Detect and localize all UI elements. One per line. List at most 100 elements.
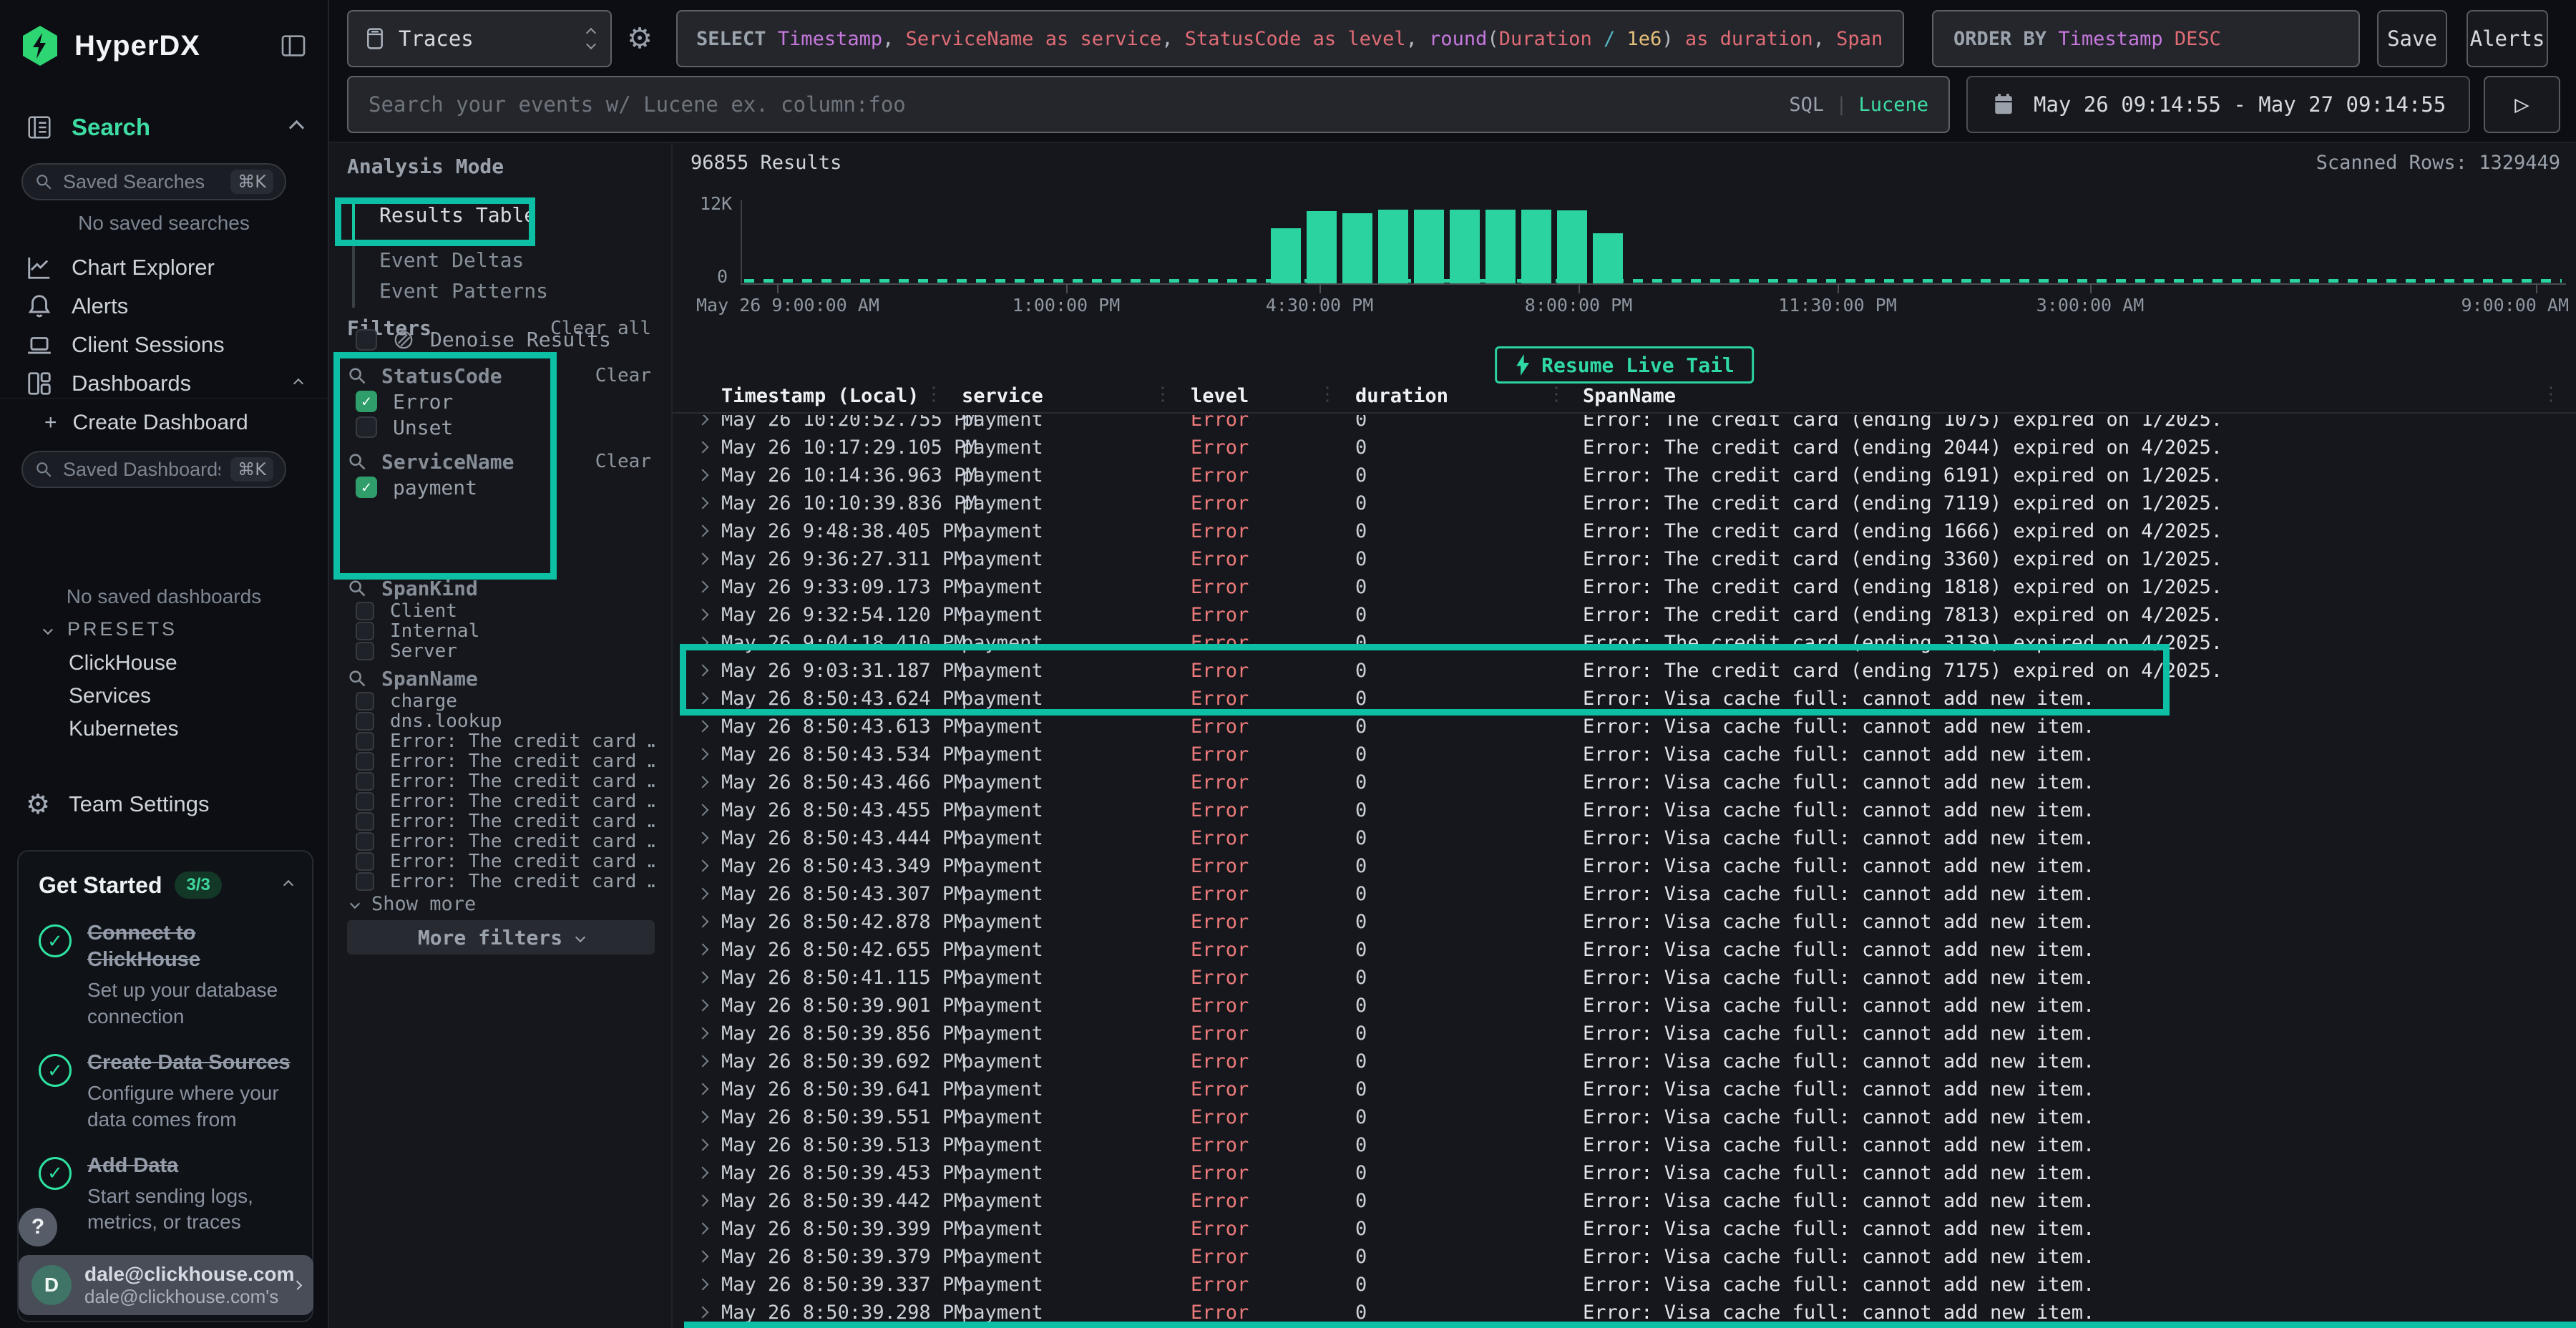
table-row[interactable]: May 26 8:50:43.624 PM payment Error 0 Er… xyxy=(673,685,2576,713)
filter-group-clear-button[interactable]: Clear xyxy=(595,451,651,472)
col-spanname[interactable]: SpanName xyxy=(1583,385,1676,407)
filter-checkbox[interactable] xyxy=(356,772,374,791)
row-expand-chevron-icon[interactable] xyxy=(697,1251,709,1263)
table-row[interactable]: May 26 8:50:43.349 PM payment Error 0 Er… xyxy=(673,852,2576,880)
table-row[interactable]: May 26 9:36:27.311 PM payment Error 0 Er… xyxy=(673,545,2576,573)
filter-checkbox[interactable] xyxy=(356,602,374,620)
col-resize-handle-icon[interactable]: ⋮ xyxy=(924,384,943,405)
filter-checkbox[interactable]: ✓ xyxy=(356,391,377,412)
table-row[interactable]: May 26 8:50:42.655 PM payment Error 0 Er… xyxy=(673,936,2576,964)
run-query-button[interactable]: ▷ xyxy=(2484,76,2560,133)
row-expand-chevron-icon[interactable] xyxy=(697,609,709,621)
resume-live-tail-button[interactable]: Resume Live Tail xyxy=(1495,346,1754,384)
table-row[interactable]: May 26 9:03:31.187 PM payment Error 0 Er… xyxy=(673,657,2576,685)
col-resize-handle-icon[interactable]: ⋮ xyxy=(1547,384,1566,405)
filter-option[interactable]: Error: The credit card … xyxy=(347,791,655,811)
row-expand-chevron-icon[interactable] xyxy=(697,637,709,649)
col-resize-handle-icon[interactable]: ⋮ xyxy=(1153,384,1172,405)
table-row[interactable]: May 26 8:50:39.379 PM payment Error 0 Er… xyxy=(673,1243,2576,1271)
table-row[interactable]: May 26 8:50:39.551 PM payment Error 0 Er… xyxy=(673,1103,2576,1131)
filter-option[interactable]: Error: The credit card … xyxy=(347,751,655,771)
chevron-up-icon[interactable] xyxy=(289,119,304,135)
more-filters-button[interactable]: More filters xyxy=(347,920,655,954)
row-expand-chevron-icon[interactable] xyxy=(697,972,709,984)
table-row[interactable]: May 26 10:14:36.963 PM payment Error 0 E… xyxy=(673,462,2576,489)
histogram-bar[interactable] xyxy=(1450,210,1480,283)
filter-option[interactable]: ✓ payment xyxy=(347,474,655,500)
date-range-picker[interactable]: May 26 09:14:55 - May 27 09:14:55 xyxy=(1966,76,2470,133)
order-by-editor[interactable]: ORDER BY Timestamp DESC xyxy=(1932,10,2360,67)
table-row[interactable]: May 26 8:50:43.444 PM payment Error 0 Er… xyxy=(673,824,2576,852)
table-row[interactable]: May 26 8:50:42.878 PM payment Error 0 Er… xyxy=(673,908,2576,936)
col-timestamp[interactable]: Timestamp (Local) xyxy=(721,385,919,407)
histogram-bar[interactable] xyxy=(1342,213,1372,283)
filter-option[interactable]: Error: The credit card … xyxy=(347,851,655,872)
language-toggle-lucene[interactable]: Lucene xyxy=(1858,94,1928,116)
histogram-bar[interactable] xyxy=(1593,233,1623,283)
get-started-item[interactable]: ✓ Add Data Start sending logs, metrics, … xyxy=(39,1153,292,1236)
row-expand-chevron-icon[interactable] xyxy=(697,860,709,872)
row-expand-chevron-icon[interactable] xyxy=(697,665,709,677)
search-icon[interactable] xyxy=(347,366,367,386)
filter-option[interactable]: Server xyxy=(347,641,655,661)
filter-checkbox[interactable] xyxy=(356,752,374,771)
row-expand-chevron-icon[interactable] xyxy=(697,1083,709,1095)
histogram-bar[interactable] xyxy=(1307,211,1337,283)
get-started-item[interactable]: ✓ Connect to ClickHouse Set up your data… xyxy=(39,920,292,1030)
filter-option[interactable]: ✓ Error xyxy=(347,389,655,414)
row-expand-chevron-icon[interactable] xyxy=(697,832,709,844)
table-row[interactable]: May 26 10:17:29.105 PM payment Error 0 E… xyxy=(673,434,2576,462)
language-toggle-sql[interactable]: SQL xyxy=(1789,94,1824,116)
search-icon[interactable] xyxy=(347,668,367,688)
table-row[interactable]: May 26 8:50:39.399 PM payment Error 0 Er… xyxy=(673,1215,2576,1243)
table-row[interactable]: May 26 8:50:43.307 PM payment Error 0 Er… xyxy=(673,880,2576,908)
preset-kubernetes[interactable]: Kubernetes xyxy=(69,717,178,741)
table-row[interactable]: May 26 8:50:43.613 PM payment Error 0 Er… xyxy=(673,713,2576,741)
col-duration[interactable]: duration xyxy=(1355,385,1448,407)
histogram-bar[interactable] xyxy=(1271,228,1301,283)
histogram-bar[interactable] xyxy=(1378,210,1408,283)
row-expand-chevron-icon[interactable] xyxy=(697,469,709,482)
row-expand-chevron-icon[interactable] xyxy=(697,1223,709,1235)
filter-checkbox[interactable] xyxy=(356,622,374,640)
col-level[interactable]: level xyxy=(1191,385,1249,407)
table-row[interactable]: May 26 8:50:39.453 PM payment Error 0 Er… xyxy=(673,1159,2576,1187)
filter-checkbox[interactable] xyxy=(356,872,374,891)
table-row[interactable]: May 26 8:50:39.856 PM payment Error 0 Er… xyxy=(673,1020,2576,1048)
histogram-bar[interactable] xyxy=(1485,210,1516,283)
table-row[interactable]: May 26 8:50:39.337 PM payment Error 0 Er… xyxy=(673,1271,2576,1299)
row-expand-chevron-icon[interactable] xyxy=(697,1279,709,1291)
mode-event-patterns[interactable]: Event Patterns xyxy=(379,279,548,303)
table-row[interactable]: May 26 8:50:39.298 PM payment Error 0 Er… xyxy=(673,1299,2576,1327)
table-row[interactable]: May 26 8:50:39.513 PM payment Error 0 Er… xyxy=(673,1131,2576,1159)
filter-option[interactable]: Error: The credit card … xyxy=(347,731,655,751)
row-expand-chevron-icon[interactable] xyxy=(697,1111,709,1123)
chevron-up-icon[interactable] xyxy=(293,379,303,389)
row-expand-chevron-icon[interactable] xyxy=(697,804,709,816)
row-expand-chevron-icon[interactable] xyxy=(697,916,709,928)
sidebar-item-chart-explorer[interactable]: Chart Explorer xyxy=(0,248,328,288)
row-expand-chevron-icon[interactable] xyxy=(697,581,709,593)
table-row[interactable]: May 26 9:33:09.173 PM payment Error 0 Er… xyxy=(673,573,2576,601)
save-button[interactable]: Save xyxy=(2377,10,2447,67)
presets-toggle[interactable]: PRESETS xyxy=(44,618,177,640)
table-row[interactable]: May 26 8:50:43.466 PM payment Error 0 Er… xyxy=(673,768,2576,796)
filter-option[interactable]: Unset xyxy=(347,414,655,440)
table-row[interactable]: May 26 9:32:54.120 PM payment Error 0 Er… xyxy=(673,601,2576,629)
sidebar-item-team-settings[interactable]: ⚙ Team Settings xyxy=(0,784,328,824)
row-expand-chevron-icon[interactable] xyxy=(697,888,709,900)
histogram-bar[interactable] xyxy=(1557,210,1587,283)
col-service[interactable]: service xyxy=(962,385,1043,407)
mode-event-deltas[interactable]: Event Deltas xyxy=(379,248,524,272)
filter-option[interactable]: dns.lookup xyxy=(347,711,655,731)
help-button[interactable]: ? xyxy=(19,1208,57,1246)
filter-checkbox[interactable] xyxy=(356,852,374,871)
search-icon[interactable] xyxy=(347,451,367,472)
lucene-search-input[interactable]: Search your events w/ Lucene ex. column:… xyxy=(347,76,1950,133)
table-row[interactable]: May 26 9:04:18.410 PM payment Error 0 Er… xyxy=(673,629,2576,657)
row-expand-chevron-icon[interactable] xyxy=(697,415,709,425)
row-expand-chevron-icon[interactable] xyxy=(697,497,709,509)
filter-checkbox[interactable] xyxy=(356,732,374,751)
row-expand-chevron-icon[interactable] xyxy=(697,776,709,788)
table-row[interactable]: May 26 8:50:39.641 PM payment Error 0 Er… xyxy=(673,1075,2576,1103)
